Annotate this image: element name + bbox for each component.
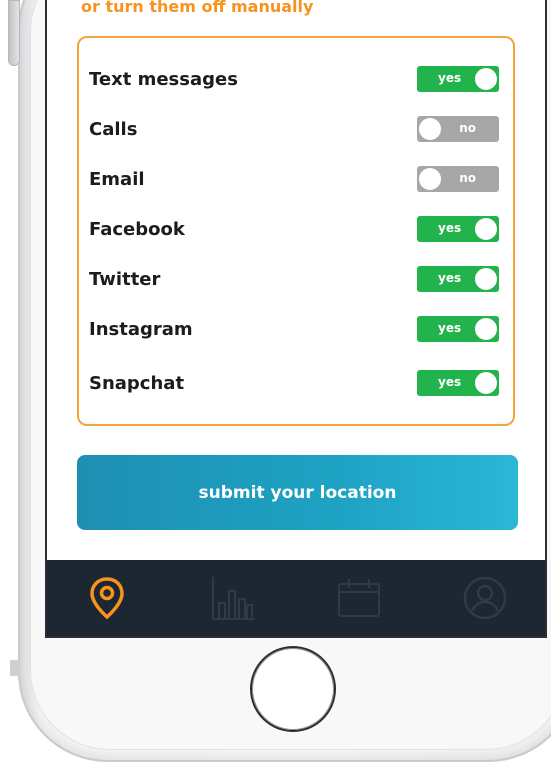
setting-row-text-messages: Text messages yes — [89, 64, 499, 94]
setting-row-facebook: Facebook yes — [89, 214, 499, 244]
facebook-toggle[interactable]: yes — [417, 216, 499, 242]
instruction-text: or turn them off manually — [81, 0, 314, 16]
bar-chart-icon — [212, 577, 255, 620]
app-screen: or turn them off manually Text messages … — [47, 0, 545, 636]
bottom-tab-bar — [47, 560, 545, 636]
location-pin-icon — [90, 577, 124, 620]
setting-label: Text messages — [89, 68, 238, 90]
side-button — [10, 660, 20, 676]
setting-row-email: Email no — [89, 164, 499, 194]
home-button[interactable] — [252, 648, 334, 730]
toggle-knob — [475, 68, 497, 90]
setting-row-instagram: Instagram yes — [89, 314, 499, 344]
toggle-knob — [475, 318, 497, 340]
toggle-knob — [475, 372, 497, 394]
setting-label: Calls — [89, 118, 138, 140]
toggle-state: no — [459, 171, 476, 185]
tab-stats[interactable] — [207, 572, 259, 624]
profile-icon — [463, 576, 507, 620]
tab-location[interactable] — [81, 572, 133, 624]
setting-row-snapchat: Snapchat yes — [89, 368, 499, 398]
settings-panel: Text messages yes Calls no Email no Face… — [77, 36, 515, 426]
snapchat-toggle[interactable]: yes — [417, 370, 499, 396]
text-messages-toggle[interactable]: yes — [417, 66, 499, 92]
submit-location-button[interactable]: submit your location — [77, 455, 518, 530]
setting-row-calls: Calls no — [89, 114, 499, 144]
setting-label: Email — [89, 168, 145, 190]
setting-label: Twitter — [89, 268, 161, 290]
toggle-knob — [419, 168, 441, 190]
toggle-state: yes — [438, 375, 462, 389]
toggle-state: yes — [438, 321, 462, 335]
setting-row-twitter: Twitter yes — [89, 264, 499, 294]
tab-calendar[interactable] — [333, 572, 385, 624]
toggle-state: no — [459, 121, 476, 135]
calendar-icon — [338, 579, 380, 617]
toggle-knob — [419, 118, 441, 140]
setting-label: Instagram — [89, 318, 193, 340]
tab-profile[interactable] — [459, 572, 511, 624]
instagram-toggle[interactable]: yes — [417, 316, 499, 342]
toggle-state: yes — [438, 271, 462, 285]
calls-toggle[interactable]: no — [417, 116, 499, 142]
setting-label: Snapchat — [89, 372, 185, 394]
email-toggle[interactable]: no — [417, 166, 499, 192]
toggle-state: yes — [438, 221, 462, 235]
volume-button — [8, 0, 20, 66]
toggle-knob — [475, 218, 497, 240]
toggle-knob — [475, 268, 497, 290]
setting-label: Facebook — [89, 218, 185, 240]
twitter-toggle[interactable]: yes — [417, 266, 499, 292]
toggle-state: yes — [438, 71, 462, 85]
